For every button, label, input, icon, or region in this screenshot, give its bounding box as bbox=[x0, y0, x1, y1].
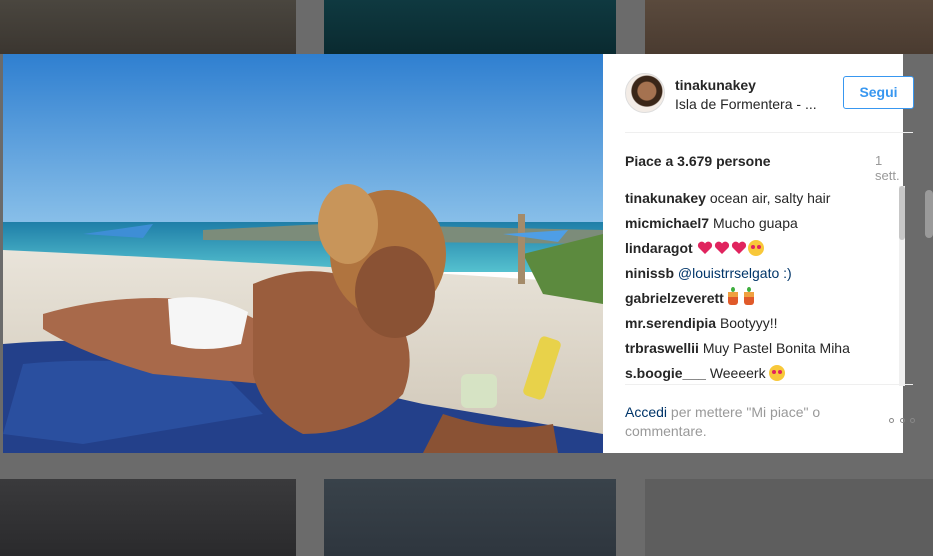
divider bbox=[625, 132, 913, 133]
tropical-drink-emoji-icon bbox=[743, 287, 754, 305]
follow-button[interactable]: Segui bbox=[843, 76, 914, 109]
heart-emoji-icon bbox=[697, 241, 712, 254]
comment-text: Bootyyy!! bbox=[719, 315, 778, 331]
grid-thumbnail[interactable] bbox=[0, 0, 296, 54]
scrollbar-thumb[interactable] bbox=[899, 186, 905, 240]
comments-scrollbar[interactable] bbox=[899, 186, 905, 386]
comments-list[interactable]: tinakunakey ocean air, salty hair micmic… bbox=[625, 186, 895, 386]
comment-username[interactable]: s.boogie___ bbox=[625, 365, 706, 381]
divider bbox=[625, 384, 913, 385]
comment-text: ocean air, salty hair bbox=[709, 190, 831, 206]
comment-username[interactable]: gabrielzeverett bbox=[625, 290, 724, 306]
comment-text: @louistrrselgato :) bbox=[677, 265, 792, 281]
heart-emoji-icon bbox=[714, 241, 729, 254]
comment-item: micmichael7 Mucho guapa bbox=[625, 211, 895, 236]
post-header: tinakunakey Isla de Formentera - ... Seg… bbox=[603, 54, 914, 132]
comment-text: Muy Pastel Bonita Miha bbox=[702, 340, 850, 356]
post-photo[interactable] bbox=[3, 54, 603, 453]
comment-username[interactable]: micmichael7 bbox=[625, 215, 709, 231]
comment-text: Mucho guapa bbox=[712, 215, 798, 231]
tropical-drink-emoji-icon bbox=[727, 287, 738, 305]
comment-item: lindaragot bbox=[625, 236, 895, 261]
grid-thumbnail[interactable] bbox=[645, 0, 933, 54]
likes-count[interactable]: Piace a 3.679 persone bbox=[625, 153, 771, 169]
comment-item: ninissb @louistrrselgato :) bbox=[625, 261, 895, 286]
comment-item: mr.serendipia Bootyyy!! bbox=[625, 311, 895, 336]
more-options-icon[interactable] bbox=[889, 416, 915, 424]
comment-username[interactable]: mr.serendipia bbox=[625, 315, 716, 331]
comment-username[interactable]: ninissb bbox=[625, 265, 674, 281]
login-prompt: Accedi per mettere "Mi piace" o commenta… bbox=[625, 403, 855, 441]
heart-eyes-emoji-icon bbox=[747, 240, 764, 256]
post-modal: tinakunakey Isla de Formentera - ... Seg… bbox=[3, 54, 915, 453]
grid-thumbnail[interactable] bbox=[645, 479, 933, 556]
post-time[interactable]: 1 sett. bbox=[875, 153, 903, 183]
avatar[interactable] bbox=[625, 73, 665, 113]
heart-emoji-icon bbox=[731, 241, 746, 254]
comment-item: tinakunakey ocean air, salty hair bbox=[625, 186, 895, 211]
login-link[interactable]: Accedi bbox=[625, 404, 667, 420]
grid-thumbnail[interactable] bbox=[324, 0, 616, 54]
comment-text: Weeeerk bbox=[709, 365, 766, 381]
comment-username[interactable]: trbraswellii bbox=[625, 340, 699, 356]
comment-username[interactable]: tinakunakey bbox=[625, 190, 706, 206]
grid-thumbnail[interactable] bbox=[324, 479, 616, 556]
post-location[interactable]: Isla de Formentera - ... bbox=[675, 96, 817, 112]
page-scrollbar[interactable] bbox=[925, 190, 933, 238]
heart-eyes-emoji-icon bbox=[769, 365, 786, 381]
beach-photo-image bbox=[3, 54, 603, 453]
grid-thumbnail[interactable] bbox=[0, 479, 296, 556]
comment-username[interactable]: lindaragot bbox=[625, 240, 693, 256]
comment-item: trbraswellii Muy Pastel Bonita Miha bbox=[625, 336, 895, 361]
post-username[interactable]: tinakunakey bbox=[675, 77, 756, 93]
post-sidebar: tinakunakey Isla de Formentera - ... Seg… bbox=[603, 54, 915, 453]
comment-item: gabrielzeverett bbox=[625, 286, 895, 311]
comment-item: s.boogie___ Weeeerk bbox=[625, 361, 895, 386]
